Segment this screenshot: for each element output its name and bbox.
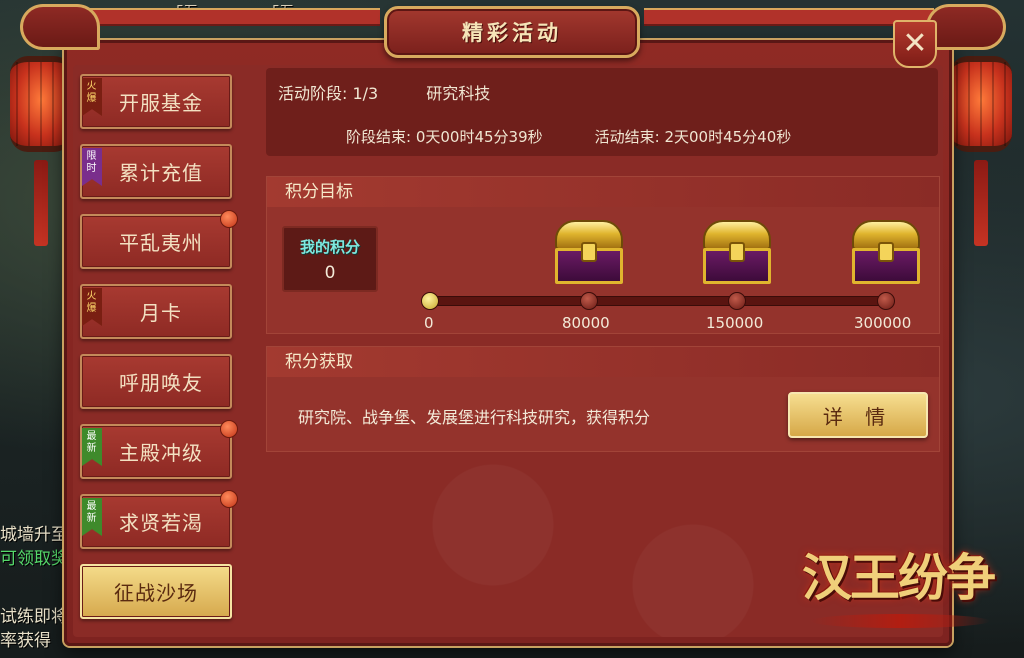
- milestone-label: 300000: [854, 314, 912, 332]
- right-lantern-decoration: [950, 56, 1012, 152]
- game-logo-text: 汉王纷争: [802, 548, 996, 607]
- activity-end-countdown: 活动结束: 2天00时45分40秒: [594, 128, 792, 146]
- milestone-label: 0: [424, 314, 434, 332]
- hot-tag-badge: 火爆: [82, 288, 102, 326]
- background-notice-4: 率获得: [0, 631, 51, 651]
- new-tag-badge: 最新: [82, 498, 102, 536]
- progress-node-1: [580, 292, 598, 310]
- red-dot-notification-icon: [220, 210, 238, 228]
- menu-item-label: 月卡: [140, 301, 182, 325]
- activity-stage: 活动阶段: 1/3: [278, 84, 379, 103]
- stage-name: 研究科技: [426, 84, 491, 103]
- left-lantern-decoration: [10, 56, 72, 152]
- treasure-chest-icon[interactable]: [551, 214, 627, 286]
- menu-item-invite-friends[interactable]: 呼朋唤友: [80, 354, 232, 409]
- menu-item-label: 呼朋唤友: [119, 371, 203, 395]
- progress-node-3: [877, 292, 895, 310]
- countdown-row: 阶段结束: 0天00时45分39秒 活动结束: 2天00时45分40秒: [346, 126, 791, 147]
- progress-node-start: [421, 292, 439, 310]
- treasure-chest-icon[interactable]: [699, 214, 775, 286]
- background-notice-1: 城墙升至: [0, 525, 68, 545]
- stage-end-countdown: 阶段结束: 0天00时45分39秒: [346, 128, 543, 146]
- menu-item-label: 开服基金: [119, 91, 203, 115]
- limited-tag-badge: 限时: [82, 148, 102, 186]
- left-tassel-decoration: [34, 160, 48, 246]
- red-dot-notification-icon: [220, 420, 238, 438]
- menu-item-server-fund[interactable]: 火爆 开服基金: [80, 74, 232, 129]
- treasure-chest-icon[interactable]: [848, 214, 924, 286]
- activity-menu: 火爆 开服基金 限时 累计充值 平乱夷州 火爆 月卡 呼朋唤友 最新 主殿冲级 …: [80, 74, 238, 634]
- logo-swoosh-decoration: [810, 614, 990, 628]
- score-goal-heading: 积分目标: [267, 177, 939, 207]
- left-banner-ribbon: [70, 8, 380, 26]
- details-button[interactable]: 详 情: [788, 392, 928, 438]
- menu-item-seek-talent[interactable]: 最新 求贤若渴: [80, 490, 238, 549]
- menu-item-label: 主殿冲级: [119, 441, 203, 465]
- milestone-label: 80000: [562, 314, 610, 332]
- background-notice-2: 可领取奖: [0, 549, 68, 569]
- background-notice-3: 试练即将: [0, 607, 68, 627]
- close-button[interactable]: ✕: [893, 20, 937, 68]
- my-score-box: 我的积分 0: [282, 226, 378, 292]
- menu-item-main-hall-upgrade[interactable]: 最新 主殿冲级: [80, 420, 238, 479]
- menu-item-cumulative-recharge[interactable]: 限时 累计充值: [80, 144, 232, 199]
- activity-stage-row: 活动阶段: 1/3 研究科技: [278, 80, 490, 104]
- right-corner-ornament: [926, 4, 1006, 50]
- menu-item-label: 平乱夷州: [119, 231, 203, 255]
- menu-item-battlefield[interactable]: 征战沙场: [80, 564, 232, 619]
- menu-item-label: 求贤若渴: [119, 511, 203, 535]
- menu-item-label: 征战沙场: [114, 581, 198, 605]
- score-progress-bar: [430, 296, 888, 306]
- hot-tag-badge: 火爆: [82, 78, 102, 116]
- score-gain-heading: 积分获取: [267, 347, 939, 377]
- game-logo: 汉王纷争: [800, 528, 996, 640]
- menu-item-monthly-card[interactable]: 火爆 月卡: [80, 284, 232, 339]
- dialog-title: 精彩活动: [462, 21, 562, 45]
- menu-item-label: 累计充值: [119, 161, 203, 185]
- right-tassel-decoration: [974, 160, 988, 246]
- left-corner-ornament: [20, 4, 100, 50]
- score-gain-description: 研究院、战争堡、发展堡进行科技研究，获得积分: [298, 408, 651, 427]
- progress-node-2: [728, 292, 746, 310]
- my-score-label: 我的积分: [299, 238, 360, 256]
- red-dot-notification-icon: [220, 490, 238, 508]
- my-score-value: 0: [324, 263, 336, 283]
- menu-item-pacify-yizhou[interactable]: 平乱夷州: [80, 210, 238, 269]
- milestone-label: 150000: [706, 314, 764, 332]
- new-tag-badge: 最新: [82, 428, 102, 466]
- dialog-title-plate: 精彩活动: [384, 6, 640, 58]
- right-banner-ribbon: [644, 8, 934, 26]
